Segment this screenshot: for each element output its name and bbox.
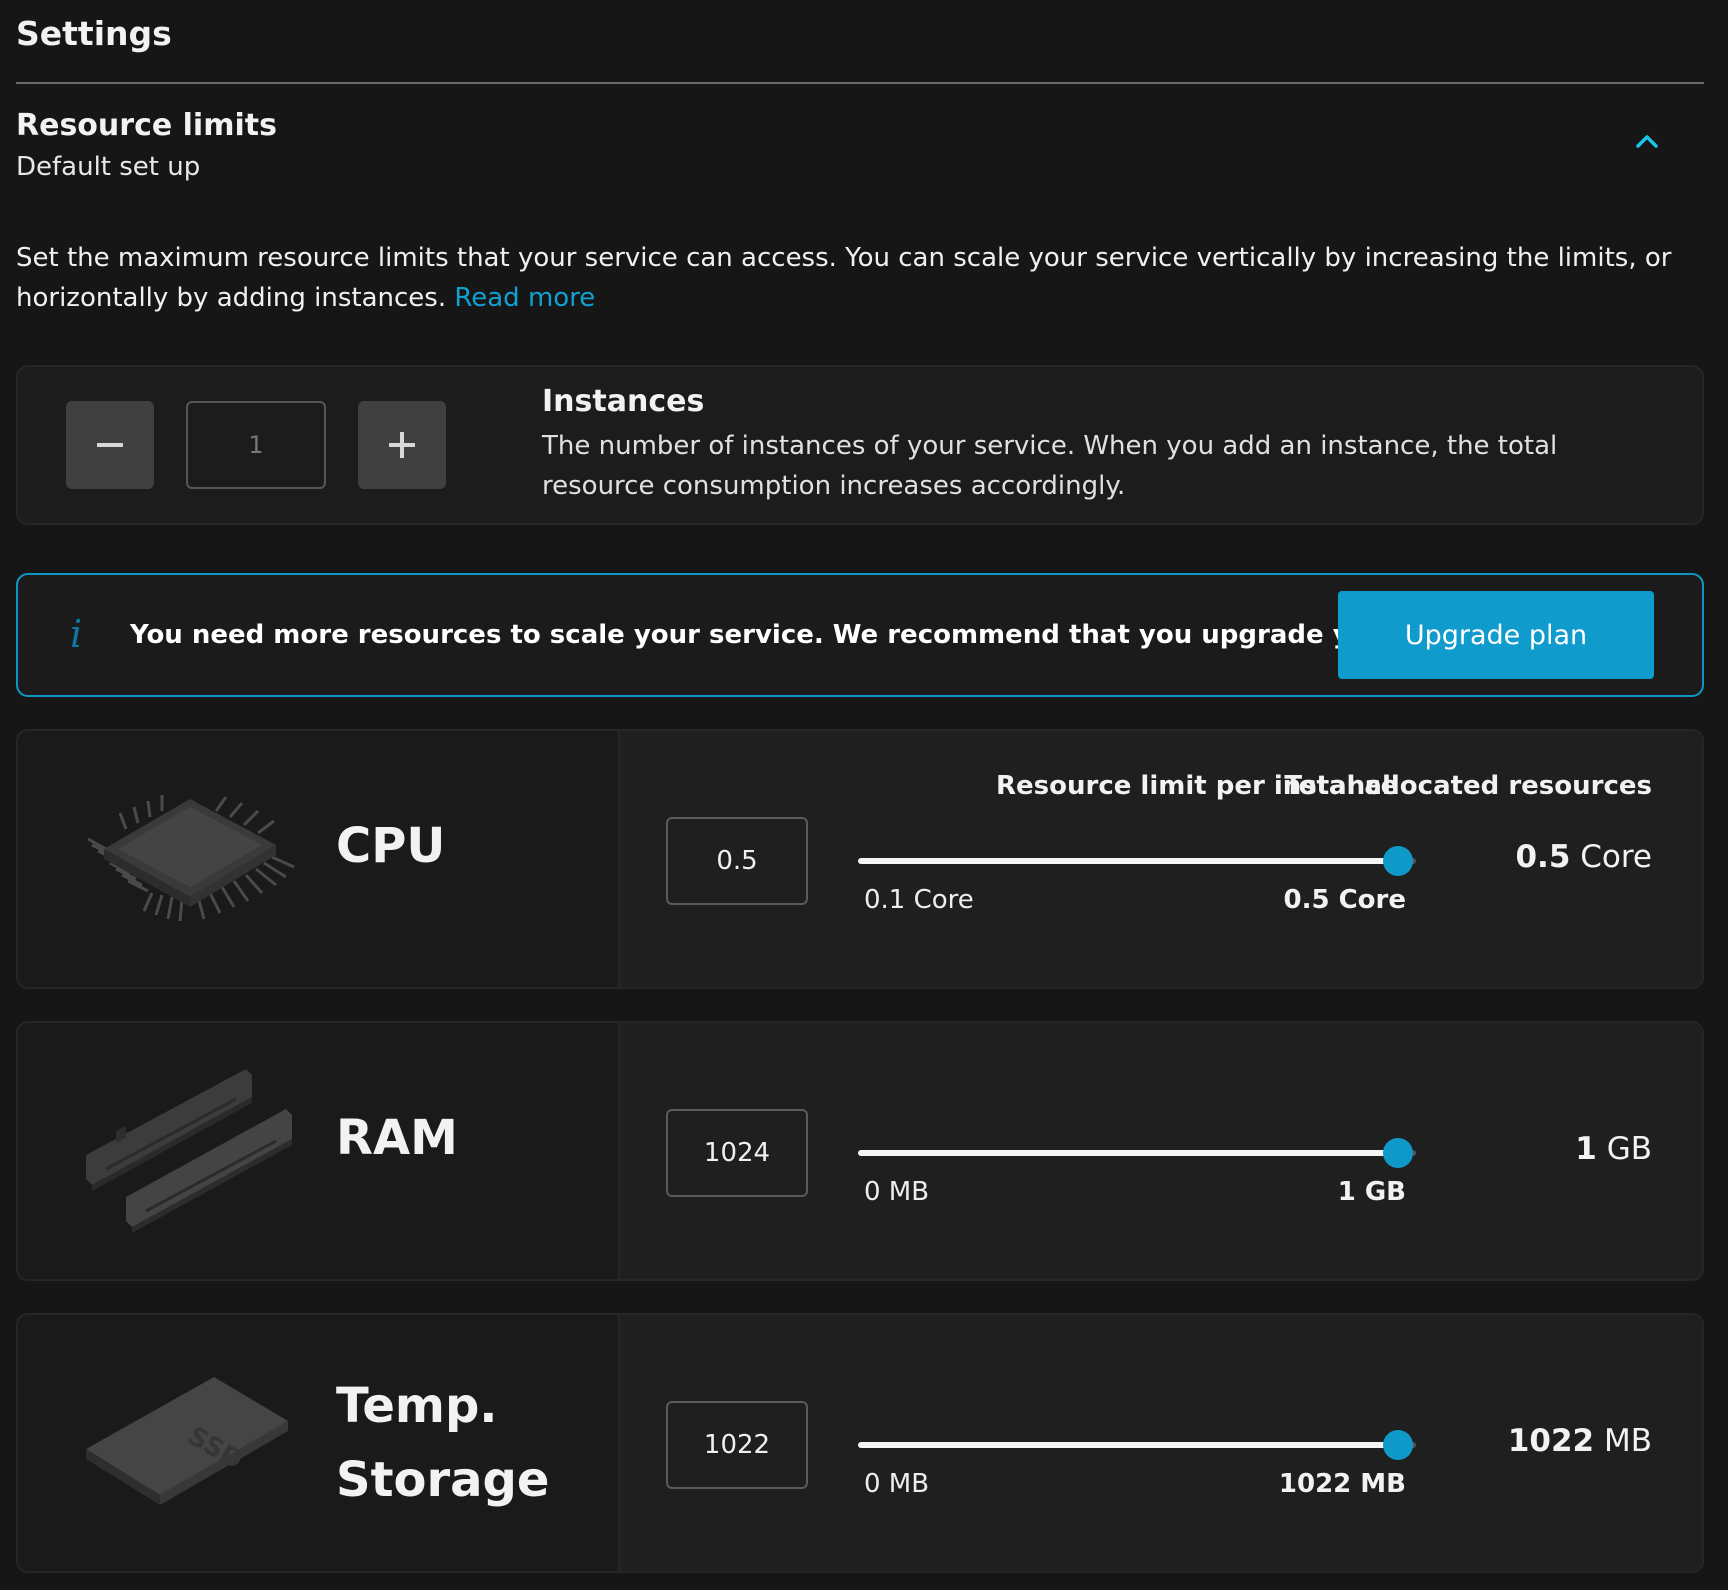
instances-description: The number of instances of your service.… [542,431,1558,501]
ram-total-value: 1 [1575,1131,1597,1167]
storage-label: Temp. Storage [336,1369,549,1517]
cpu-chip-icon [87,795,295,922]
section-description: Set the maximum resource limits that you… [16,238,1696,318]
cpu-total-value: 0.5 [1515,839,1571,875]
cpu-label: CPU [336,818,446,874]
section-title: Resource limits [16,108,277,143]
instances-input[interactable]: 1 [186,401,326,489]
cpu-total-unit: Core [1580,839,1652,875]
storage-total-allocated: 1022 MB [1508,1423,1652,1459]
ram-total-unit: GB [1606,1131,1652,1167]
cpu-max-label: 0.5 Core [1283,885,1406,915]
storage-total-value: 1022 [1507,1423,1595,1459]
storage-total-unit: MB [1603,1423,1652,1459]
storage-slider-handle[interactable] [1383,1430,1413,1460]
ram-slider-handle[interactable] [1383,1138,1413,1168]
plus-icon [389,432,415,458]
ram-min-label: 0 MB [864,1177,930,1207]
cpu-limit-input[interactable]: 0.5 [666,817,808,905]
page-title: Settings [16,14,172,53]
description-text: Set the maximum resource limits that you… [16,243,1672,313]
total-allocated-header: Total allocated resources [1284,771,1652,801]
ssd-drive-icon: SSD [86,1377,288,1505]
minus-icon [97,443,123,447]
title-divider [16,82,1704,84]
cpu-min-label: 0.1 Core [864,885,974,915]
decrement-instances-button[interactable] [66,401,154,489]
ram-resource-card: RAM 1024 0 MB 1 GB 1 GB [16,1021,1704,1281]
ram-limit-input[interactable]: 1024 [666,1109,808,1197]
cpu-slider-handle[interactable] [1383,846,1413,876]
storage-max-label: 1022 MB [1278,1469,1406,1499]
read-more-link[interactable]: Read more [454,283,595,313]
cpu-total-allocated: 0.5 Core [1515,839,1652,875]
chevron-up-icon[interactable] [1630,128,1664,154]
increment-instances-button[interactable] [358,401,446,489]
storage-min-label: 0 MB [864,1469,930,1499]
upgrade-plan-button[interactable]: Upgrade plan [1338,591,1654,679]
ram-slider-track[interactable] [858,1150,1398,1156]
ram-total-allocated: 1 GB [1575,1131,1652,1167]
section-subtitle: Default set up [16,152,201,182]
storage-slider-track[interactable] [858,1442,1398,1448]
storage-resource-card: SSD Temp. Storage 1022 0 MB 1022 MB 1022… [16,1313,1704,1573]
instances-title: Instances [542,384,705,419]
storage-limit-input[interactable]: 1022 [666,1401,808,1489]
settings-page: Settings Resource limits Default set up … [0,0,1728,1590]
alert-text: You need more resources to scale your se… [130,620,1482,650]
ram-label: RAM [336,1110,458,1166]
cpu-slider-track[interactable] [858,858,1398,864]
storage-label-line2: Storage [336,1452,550,1508]
cpu-resource-card: CPU Resource limit per instance Total al… [16,729,1704,989]
ram-module-icon [86,1069,292,1233]
info-icon: i [70,612,83,656]
storage-label-line1: Temp. [336,1378,498,1434]
ram-max-label: 1 GB [1337,1177,1406,1207]
